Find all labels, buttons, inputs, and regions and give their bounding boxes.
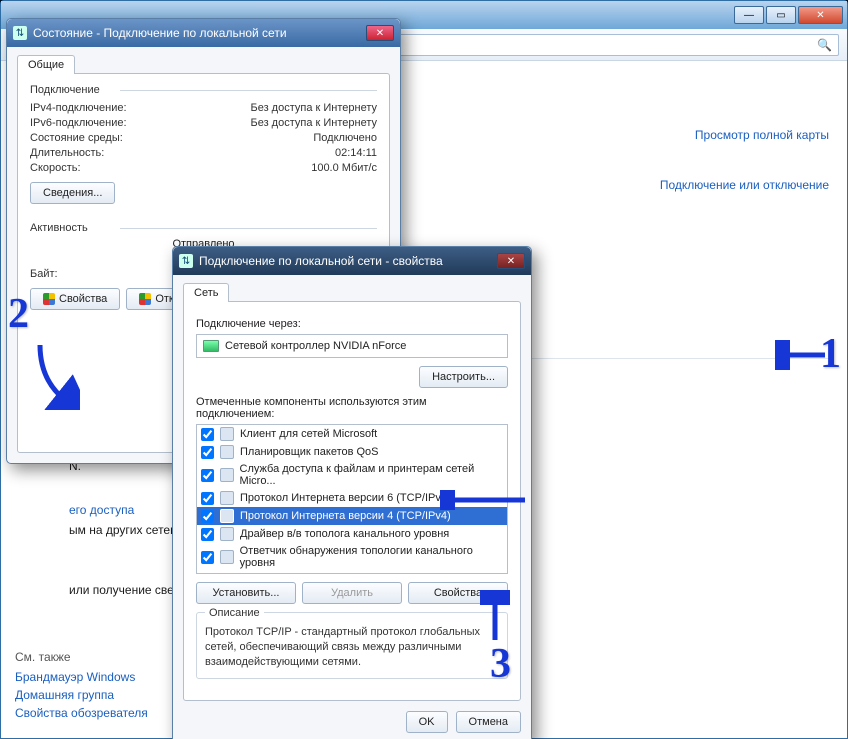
- component-checkbox[interactable]: [201, 446, 214, 459]
- ipv4-label: IPv4-подключение:: [30, 102, 180, 114]
- component-properties-button[interactable]: Свойства: [408, 582, 508, 604]
- see-also-browser[interactable]: Свойства обозревателя: [15, 706, 148, 720]
- see-also-homegroup[interactable]: Домашняя группа: [15, 688, 148, 702]
- tab-general[interactable]: Общие: [17, 55, 75, 74]
- component-checkbox[interactable]: [201, 510, 214, 523]
- see-also-header: См. также: [15, 650, 148, 664]
- tab-network[interactable]: Сеть: [183, 283, 229, 302]
- adapter-name: Сетевой контроллер NVIDIA nForce: [225, 340, 406, 352]
- see-also-firewall[interactable]: Брандмауэр Windows: [15, 670, 148, 684]
- ipv6-label: IPv6-подключение:: [30, 117, 180, 129]
- client-icon: [220, 427, 234, 441]
- nic-icon: [203, 340, 219, 352]
- install-button[interactable]: Установить...: [196, 582, 296, 604]
- driver-icon: [220, 527, 234, 541]
- component-item[interactable]: Планировщик пакетов QoS: [197, 443, 507, 461]
- component-item[interactable]: Ответчик обнаружения топологии канальног…: [197, 543, 507, 571]
- media-state-label: Состояние среды:: [30, 132, 180, 144]
- properties-button[interactable]: Свойства: [30, 288, 120, 310]
- component-item-selected[interactable]: Протокол Интернета версии 4 (TCP/IPv4): [197, 507, 507, 525]
- adapter-icon: ⇅: [13, 26, 27, 40]
- protocol-icon: [220, 491, 234, 505]
- media-state-value: Подключено: [180, 132, 377, 144]
- component-checkbox[interactable]: [201, 551, 214, 564]
- search-icon: 🔍: [817, 38, 832, 52]
- status-dialog-titlebar[interactable]: ⇅ Состояние - Подключение по локальной с…: [7, 19, 400, 47]
- service-icon: [220, 445, 234, 459]
- close-button[interactable]: ✕: [798, 6, 843, 24]
- cancel-button[interactable]: Отмена: [456, 711, 521, 733]
- uninstall-button: Удалить: [302, 582, 402, 604]
- maximize-button[interactable]: ▭: [766, 6, 796, 24]
- components-list[interactable]: Клиент для сетей Microsoft Планировщик п…: [196, 424, 508, 574]
- minimize-button[interactable]: —: [734, 6, 764, 24]
- duration-value: 02:14:11: [180, 147, 377, 159]
- speed-value: 100.0 Мбит/с: [180, 162, 377, 174]
- ipv6-value: Без доступа к Интернету: [180, 117, 377, 129]
- ipv4-value: Без доступа к Интернету: [180, 102, 377, 114]
- service-icon: [220, 468, 234, 482]
- description-title: Описание: [205, 607, 264, 619]
- component-checkbox[interactable]: [201, 492, 214, 505]
- component-item[interactable]: Драйвер в/в тополога канального уровня: [197, 525, 507, 543]
- view-full-map-link[interactable]: Просмотр полной карты: [695, 128, 829, 142]
- configure-button[interactable]: Настроить...: [419, 366, 508, 388]
- ok-button[interactable]: OK: [406, 711, 448, 733]
- speed-label: Скорость:: [30, 162, 180, 174]
- component-checkbox[interactable]: [201, 428, 214, 441]
- properties-dialog-close-button[interactable]: ✕: [497, 253, 525, 269]
- properties-dialog: ⇅ Подключение по локальной сети - свойст…: [172, 246, 532, 739]
- sharing-options-link[interactable]: его доступа: [69, 503, 134, 517]
- component-item[interactable]: Протокол Интернета версии 6 (TCP/IPv6): [197, 489, 507, 507]
- components-label: Отмеченные компоненты используются этим …: [196, 396, 508, 420]
- responder-icon: [220, 550, 234, 564]
- duration-label: Длительность:: [30, 147, 180, 159]
- protocol-icon: [220, 509, 234, 523]
- component-item[interactable]: Клиент для сетей Microsoft: [197, 425, 507, 443]
- properties-dialog-title: Подключение по локальной сети - свойства: [199, 254, 443, 268]
- section-activity: Активность: [30, 222, 377, 234]
- section-connection: Подключение: [30, 84, 377, 96]
- component-checkbox[interactable]: [201, 469, 214, 482]
- component-item[interactable]: Служба доступа к файлам и принтерам сете…: [197, 461, 507, 489]
- status-dialog-close-button[interactable]: ✕: [366, 25, 394, 41]
- bytes-label: Байт:: [30, 268, 180, 280]
- adapter-icon: ⇅: [179, 254, 193, 268]
- component-checkbox[interactable]: [201, 528, 214, 541]
- connect-using-label: Подключение через:: [196, 318, 508, 330]
- details-button[interactable]: Сведения...: [30, 182, 115, 204]
- adapter-field: Сетевой контроллер NVIDIA nForce: [196, 334, 508, 358]
- description-text: Протокол TCP/IP - стандартный протокол г…: [205, 625, 499, 670]
- see-also-panel: См. также Брандмауэр Windows Домашняя гр…: [15, 650, 148, 724]
- description-group: Описание Протокол TCP/IP - стандартный п…: [196, 612, 508, 679]
- properties-dialog-titlebar[interactable]: ⇅ Подключение по локальной сети - свойст…: [173, 247, 531, 275]
- status-dialog-title: Состояние - Подключение по локальной сет…: [33, 26, 287, 40]
